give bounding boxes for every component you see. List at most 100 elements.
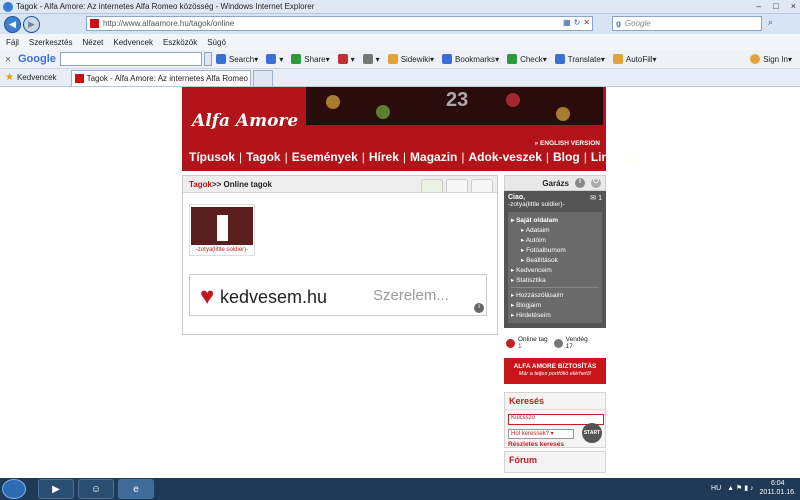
language-indicator[interactable]: HU xyxy=(711,485,721,492)
menu-favorites[interactable]: Kedvencek xyxy=(113,38,153,47)
garage-sub-fotoalbum[interactable]: Fotóalbumom xyxy=(511,246,599,254)
online-members[interactable]: Online tag 1 xyxy=(506,336,548,350)
search-placeholder: Google xyxy=(624,19,651,28)
garage-kedvenceim[interactable]: Kedvenceim xyxy=(511,266,599,274)
garage-menu: Saját oldalam Adataim Autóim Fotóalbumom… xyxy=(508,212,602,323)
garage-sub-adataim[interactable]: Adataim xyxy=(511,226,599,234)
nav-tipusok[interactable]: Típusok xyxy=(189,150,235,164)
toolbar-share-button[interactable]: Share ▾ xyxy=(291,54,330,64)
share-icon xyxy=(291,54,302,64)
nav-blog[interactable]: Blog xyxy=(553,150,580,164)
nav-magazin[interactable]: Magazin xyxy=(410,150,457,164)
insurance-title: ALFA AMORE BIZTOSÍTÁS xyxy=(513,363,597,370)
favorites-button[interactable]: Kedvencek xyxy=(17,73,57,82)
info-icon[interactable]: i xyxy=(575,178,585,188)
bar-icon xyxy=(362,54,373,64)
member-card[interactable]: -zotya(little soldier)- xyxy=(189,204,255,256)
toolbar-translate-button[interactable]: Translate ▾ xyxy=(554,54,605,64)
forum-title: Fórum xyxy=(509,455,537,465)
menu-file[interactable]: Fájl xyxy=(6,38,19,47)
search-icon[interactable]: ⌕ xyxy=(768,17,773,28)
own-page-link[interactable]: Saját oldalam xyxy=(511,216,599,224)
taskbar-ie-icon[interactable]: e xyxy=(118,479,154,499)
menu-tools[interactable]: Eszközök xyxy=(163,38,197,47)
guest-count: 17 xyxy=(565,343,573,350)
start-button[interactable] xyxy=(2,479,26,499)
english-version-link[interactable]: » ENGLISH VERSION xyxy=(535,140,600,147)
google-toolbar-input[interactable] xyxy=(59,52,202,66)
nav-linkek[interactable]: Linkek xyxy=(591,150,629,164)
back-button[interactable]: ◀ xyxy=(4,15,21,33)
browser-tab[interactable]: Tagok - Alfa Amore: Az internetes Alfa R… xyxy=(70,69,251,86)
menu-edit[interactable]: Szerkesztés xyxy=(29,38,73,47)
member-photo[interactable] xyxy=(191,207,253,245)
close-button[interactable]: × xyxy=(791,1,796,11)
online-stats: Online tag 1 Vendég 17 xyxy=(504,332,606,354)
start-search-button[interactable]: START xyxy=(582,423,602,443)
tab-favicon xyxy=(74,73,84,83)
address-bar[interactable]: http://www.alfaamore.hu/tagok/online ▦ ↻… xyxy=(86,16,593,31)
header-banner[interactable]: 23 xyxy=(306,87,603,125)
ad-info-icon[interactable]: i xyxy=(474,303,484,313)
minimize-button[interactable]: – xyxy=(756,1,761,11)
nav-adok-veszek[interactable]: Adok-veszek xyxy=(469,150,542,164)
nav-esemenyek[interactable]: Események xyxy=(292,150,358,164)
right-sidebar: Garázs i ⏻ ✉ 1 Ciao, -zotya(little soldi… xyxy=(504,175,606,473)
garage-sub-beallitasok[interactable]: Beállítások xyxy=(511,256,599,264)
forward-button[interactable]: ▶ xyxy=(23,15,40,33)
toolbar-pagerank-button[interactable]: ▾ xyxy=(337,54,355,64)
garage-hozzaszolasaim[interactable]: Hozzászólásaim xyxy=(511,291,599,299)
menu-help[interactable]: Súgó xyxy=(207,38,226,47)
clock[interactable]: 6:04 2011.01.16. xyxy=(760,479,796,497)
view-tab-star-icon[interactable] xyxy=(471,179,493,192)
power-icon[interactable]: ⏻ xyxy=(591,178,601,188)
site-logo[interactable]: Alfa Amore xyxy=(186,89,300,139)
toolbar-signin-button[interactable]: Sign In ▾ xyxy=(750,54,792,64)
insurance-banner[interactable]: ALFA AMORE BIZTOSÍTÁS Már a teljes portf… xyxy=(504,358,606,384)
view-tab-globe-icon[interactable] xyxy=(446,179,468,192)
breadcrumb-current: >> Online tagok xyxy=(211,179,272,189)
maximize-button[interactable]: □ xyxy=(773,1,778,11)
address-url[interactable]: http://www.alfaamore.hu/tagok/online xyxy=(103,19,234,28)
toolbar-bookmarks-button[interactable]: Bookmarks ▾ xyxy=(442,54,499,64)
toolbar-autofill-button[interactable]: AutoFill ▾ xyxy=(612,54,657,64)
breadcrumb-tagok[interactable]: Tagok xyxy=(189,180,212,189)
search-box[interactable]: g Google xyxy=(612,16,762,31)
taskbar-messenger-icon[interactable]: ☺ xyxy=(78,479,114,499)
stop-icon[interactable]: ✕ xyxy=(583,18,590,27)
sidewiki-icon xyxy=(387,54,398,64)
online-user-icon xyxy=(506,338,515,348)
close-toolbar-icon[interactable]: ✕ xyxy=(2,55,14,64)
view-tab-members-icon[interactable] xyxy=(421,179,443,192)
garage-sub-autoim[interactable]: Autóim xyxy=(511,236,599,244)
new-tab-button[interactable] xyxy=(252,69,273,86)
toolbar-search-button[interactable]: Search ▾ xyxy=(215,54,258,64)
toolbar-check-button[interactable]: Check ▾ xyxy=(507,54,547,64)
member-name[interactable]: -zotya(little soldier)- xyxy=(190,247,254,253)
nav-tagok[interactable]: Tagok xyxy=(246,150,280,164)
compat-view-icon[interactable]: ▦ xyxy=(563,18,571,27)
search-scope-select[interactable]: Hol keressek? ▾ xyxy=(508,429,574,439)
pagerank-icon xyxy=(337,54,348,64)
favorites-star-icon[interactable]: ★ xyxy=(5,72,14,83)
menu-view[interactable]: Nézet xyxy=(82,38,103,47)
heart-icon: ♥ xyxy=(200,283,215,310)
toolbar-plus-button[interactable]: ▾ xyxy=(266,54,283,64)
toolbar-sidewiki-button[interactable]: Sidewiki ▾ xyxy=(387,54,434,64)
plus-icon xyxy=(266,54,277,64)
garage-statisztika[interactable]: Statisztika xyxy=(511,276,599,284)
google-toolbar-dropdown[interactable] xyxy=(203,52,212,66)
nav-hirek[interactable]: Hírek xyxy=(369,150,399,164)
garage-hirdeteseim[interactable]: Hirdetéseim xyxy=(511,311,599,319)
refresh-icon[interactable]: ↻ xyxy=(574,18,581,27)
tray-icons[interactable]: ▲ ⚑ ▮ ♪ xyxy=(727,484,753,492)
mail-icon[interactable]: ✉ 1 xyxy=(590,194,602,202)
garage-blogjaim[interactable]: Blogjaim xyxy=(511,301,599,309)
kedvesem-ad[interactable]: ♥ kedvesem.hu Szerelem... i xyxy=(189,274,487,316)
google-toolbar: ✕ Google Search ▾ ▾ Share ▾ ▾ ▾ Sidewiki ▾ … xyxy=(0,50,800,69)
toolbar-bar-button[interactable]: ▾ xyxy=(362,54,380,64)
nav-forum[interactable]: Fórum xyxy=(640,150,677,164)
taskbar-media-player-icon[interactable]: ▶ xyxy=(38,479,74,499)
greeting: Ciao, xyxy=(508,194,526,201)
advanced-search-link[interactable]: Részletes keresés xyxy=(508,441,564,448)
